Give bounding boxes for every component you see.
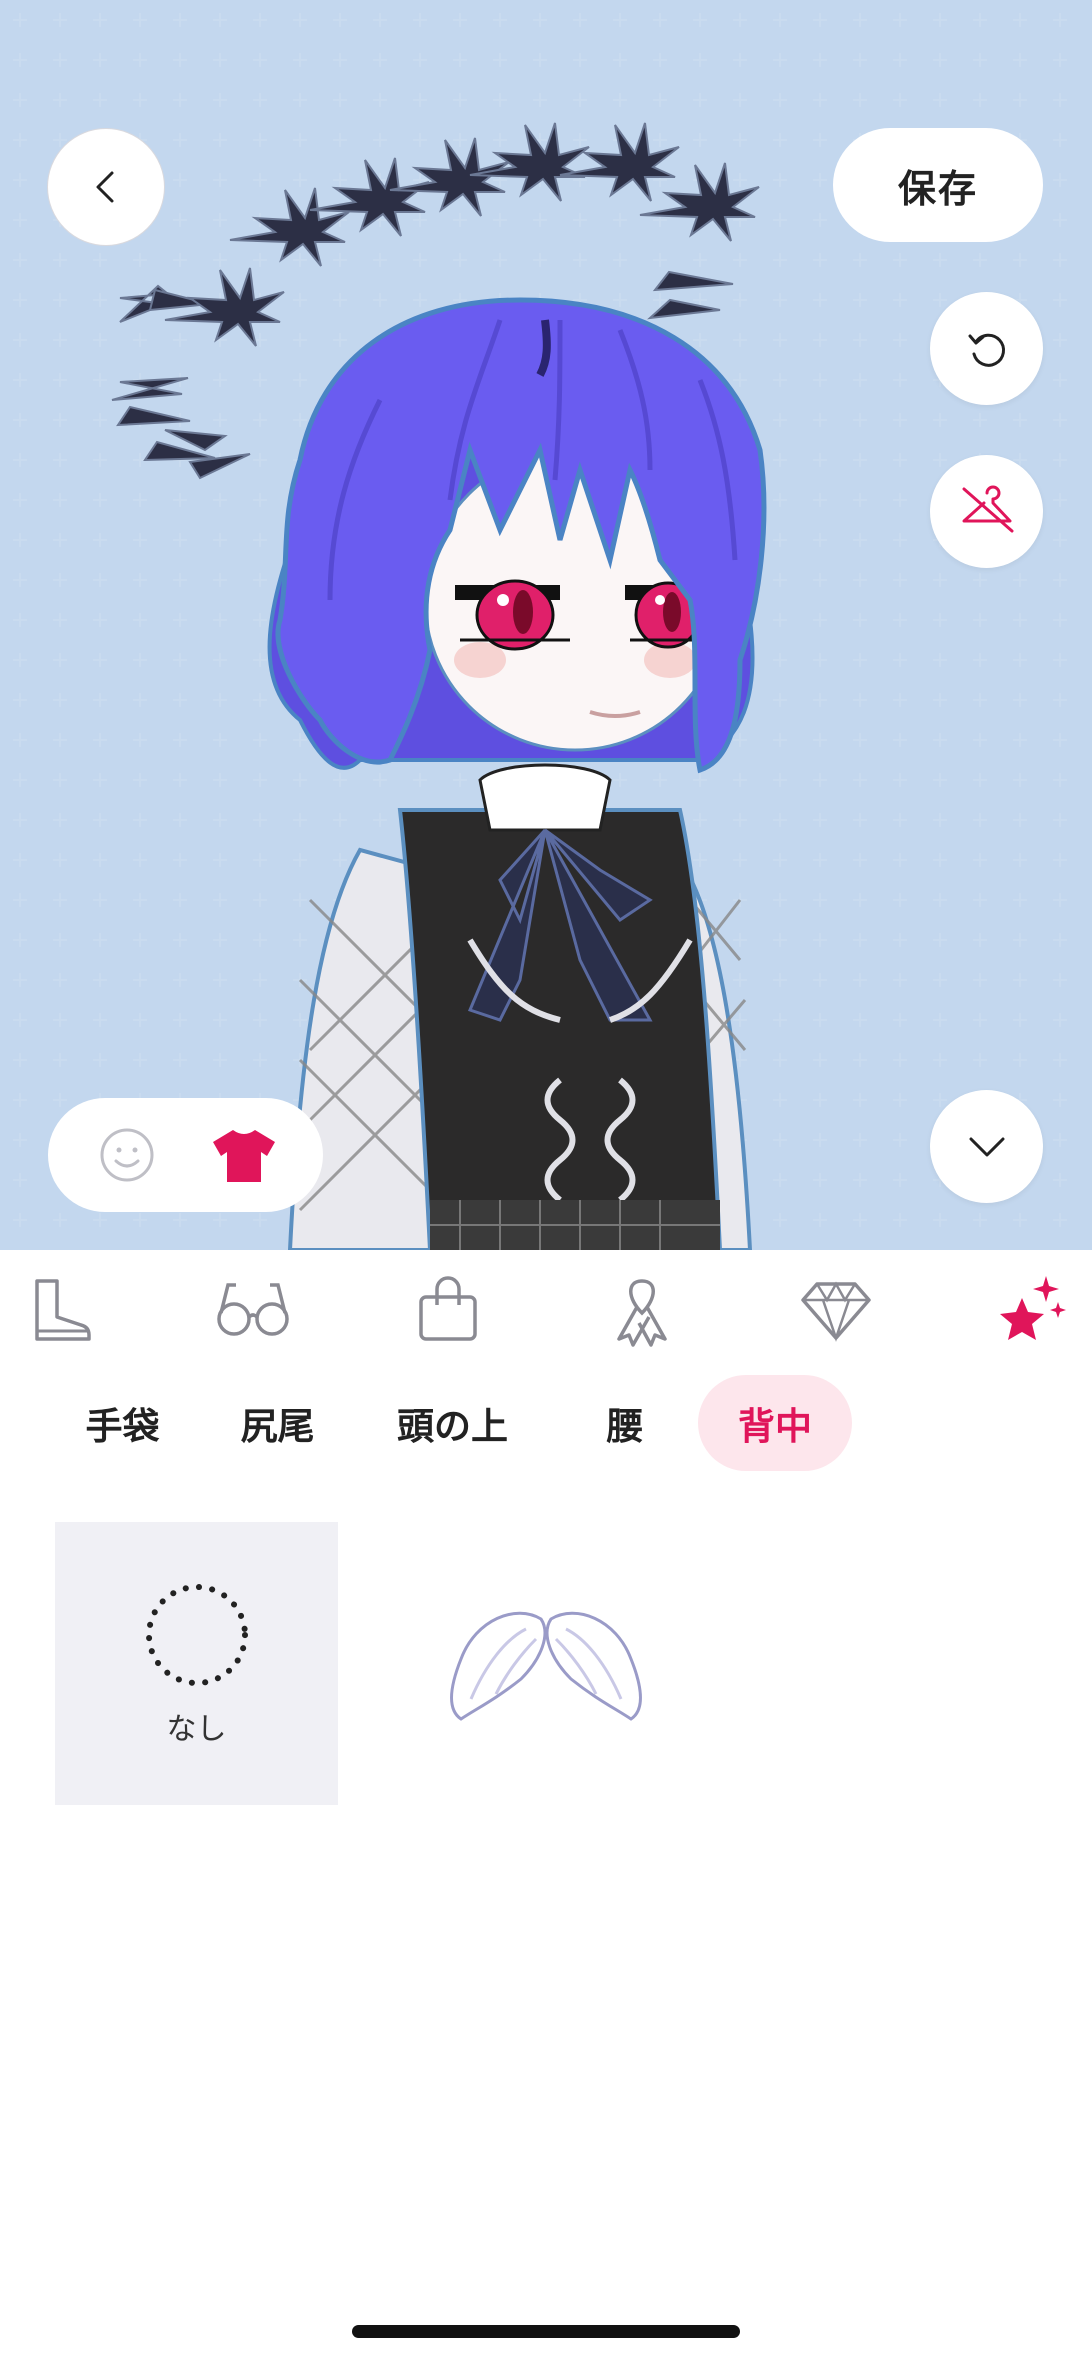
gem-icon [801, 1281, 871, 1342]
item-none[interactable]: なし [55, 1522, 338, 1805]
category-shoes[interactable] [20, 1270, 100, 1350]
outfit [287, 763, 753, 1250]
category-accessories[interactable] [602, 1270, 682, 1350]
tab-on-head[interactable]: 頭の上 [375, 1375, 530, 1471]
collapse-panel-button[interactable] [930, 1090, 1043, 1203]
glasses-icon [217, 1283, 289, 1336]
sparkle-stars-icon [1000, 1276, 1066, 1340]
shirt-icon [213, 1130, 276, 1182]
none-dotted-circle-icon [145, 1583, 248, 1686]
undo-button[interactable] [930, 292, 1043, 405]
item-angel-wings[interactable] [404, 1522, 687, 1805]
undo-icon [968, 333, 1005, 367]
save-button[interactable]: 保存 [833, 128, 1043, 242]
category-bar [0, 1250, 1092, 1375]
chevron-down-icon [969, 1137, 1004, 1156]
hide-outfit-button[interactable] [930, 455, 1043, 568]
category-glasses[interactable] [214, 1270, 294, 1350]
outfit-mode-button[interactable] [209, 1120, 279, 1190]
category-bags[interactable] [408, 1270, 488, 1350]
back-button[interactable] [47, 128, 165, 246]
subcategory-tabs: 手袋 尻尾 頭の上 腰 背中 [0, 1375, 1092, 1475]
home-indicator[interactable] [352, 2325, 740, 2338]
face-mode-button[interactable] [92, 1120, 162, 1190]
item-none-label: なし [166, 1711, 227, 1747]
bag-icon [419, 1276, 477, 1341]
ribbon-icon [617, 1279, 667, 1347]
chevron-left-icon [96, 171, 114, 203]
mode-toggle[interactable] [48, 1098, 323, 1212]
angel-wings-icon [449, 1611, 642, 1721]
tab-tail[interactable]: 尻尾 [215, 1375, 340, 1471]
hanger-off-icon [962, 485, 1013, 532]
tab-waist[interactable]: 腰 [570, 1375, 680, 1471]
category-jewelry[interactable] [796, 1270, 876, 1350]
tab-gloves[interactable]: 手袋 [60, 1375, 185, 1471]
tab-back[interactable]: 背中 [698, 1375, 852, 1471]
boot-icon [35, 1279, 91, 1341]
avatar-preview[interactable]: 保存 [0, 0, 1092, 1250]
category-effects[interactable] [990, 1270, 1070, 1350]
face-icon [100, 1128, 154, 1182]
